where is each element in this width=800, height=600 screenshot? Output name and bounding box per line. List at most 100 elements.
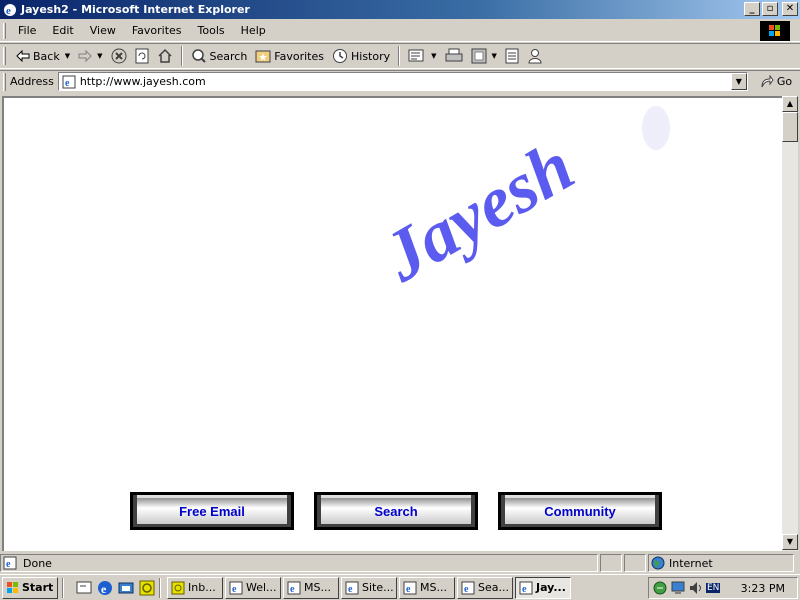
menu-file[interactable]: File [10, 22, 44, 39]
language-indicator[interactable]: EN [706, 583, 721, 593]
go-button[interactable]: Go [760, 74, 792, 89]
ie-icon: e [4, 3, 16, 17]
minimize-button[interactable]: _ [744, 2, 760, 16]
back-dropdown-icon[interactable]: ▼ [65, 52, 70, 60]
history-icon [333, 49, 347, 63]
address-label: Address [10, 75, 54, 88]
ie-quicklaunch-icon[interactable]: e [97, 580, 113, 596]
logo-text: Jayesh [384, 126, 587, 298]
messenger-button[interactable] [523, 46, 547, 66]
mail-button[interactable]: ▼ [404, 47, 440, 65]
task-label: MS... [420, 581, 447, 594]
edit-button[interactable]: ▼ [467, 46, 501, 66]
svg-text:e: e [290, 584, 295, 595]
back-arrow-icon [16, 50, 30, 62]
ie-page-icon: e [519, 581, 533, 595]
mail-dropdown-icon[interactable]: ▼ [431, 52, 436, 60]
status-text: Done [23, 556, 52, 570]
task-site[interactable]: e Site... [341, 576, 397, 599]
history-button[interactable]: History [328, 46, 394, 66]
task-jayesh[interactable]: e Jay... [515, 576, 571, 599]
menu-edit[interactable]: Edit [44, 22, 81, 39]
discuss-button[interactable] [501, 46, 523, 66]
free-email-button[interactable]: Free Email [130, 492, 294, 530]
page-done-icon: e [3, 556, 17, 570]
search-button[interactable]: Search [187, 46, 252, 66]
svg-text:e: e [348, 584, 353, 595]
show-desktop-icon[interactable] [76, 580, 92, 596]
search-label: Search [209, 49, 248, 63]
network-icon[interactable] [652, 580, 668, 596]
ie-page-icon: e [287, 581, 301, 595]
svg-text:e: e [522, 584, 527, 595]
title-bar: e Jayesh2 - Microsoft Internet Explorer … [0, 0, 800, 19]
menu-help[interactable]: Help [233, 22, 274, 39]
ie-page-icon: e [345, 581, 359, 595]
window-title: Jayesh2 - Microsoft Internet Explorer [21, 3, 250, 16]
computer-icon[interactable] [670, 580, 686, 596]
messenger-quicklaunch-icon[interactable] [139, 580, 155, 596]
task-ms-2[interactable]: e MS... [399, 576, 455, 599]
svg-text:e: e [6, 5, 11, 17]
menu-tools[interactable]: Tools [190, 22, 233, 39]
forward-dropdown-icon[interactable]: ▼ [97, 52, 102, 60]
task-label: Site... [362, 581, 394, 594]
volume-icon[interactable] [688, 580, 704, 596]
restore-button[interactable]: ▫ [762, 2, 778, 16]
svg-text:e: e [6, 559, 11, 570]
search-nav-button[interactable]: Search [314, 492, 478, 530]
forward-button[interactable]: ▼ [74, 48, 106, 64]
address-input[interactable]: e http://www.jayesh.com ▼ [57, 72, 748, 91]
taskbar-separator [159, 577, 161, 598]
search-icon [191, 49, 206, 63]
clock[interactable]: 3:23 PM [741, 582, 785, 595]
task-welcome[interactable]: e Wel... [225, 576, 281, 599]
system-tray: EN 3:23 PM [648, 577, 798, 599]
task-label: Wel... [246, 581, 277, 594]
toolbar-separator [398, 46, 401, 66]
task-ms-1[interactable]: e MS... [283, 576, 339, 599]
address-grip [3, 73, 6, 91]
task-inbox[interactable]: Inb... [167, 576, 223, 599]
menu-favorites[interactable]: Favorites [124, 22, 190, 39]
svg-text:e: e [232, 584, 237, 595]
close-button[interactable]: ✕ [782, 2, 798, 16]
svg-text:e: e [101, 582, 107, 596]
discuss-icon [505, 48, 519, 64]
messenger-icon [528, 49, 542, 64]
scroll-thumb[interactable] [782, 112, 798, 142]
back-button[interactable]: Back ▼ [12, 48, 74, 65]
start-button[interactable]: Start [2, 576, 58, 599]
status-bar: e Done Internet [0, 553, 800, 573]
print-button[interactable] [441, 46, 467, 66]
scroll-up-button[interactable]: ▲ [782, 96, 798, 112]
outlook-icon[interactable] [118, 580, 134, 596]
vertical-scrollbar[interactable]: ▲ ▼ [782, 96, 798, 551]
task-search[interactable]: e Sea... [457, 576, 513, 599]
refresh-button[interactable] [131, 46, 153, 66]
menu-view[interactable]: View [82, 22, 124, 39]
logo-fade-shape [642, 106, 670, 150]
menu-bar: File Edit View Favorites Tools Help [0, 20, 800, 42]
go-arrow-icon [761, 74, 774, 87]
favorites-button[interactable]: Favorites [251, 47, 328, 65]
edit-icon [471, 48, 487, 64]
svg-text:e: e [406, 584, 411, 595]
favorites-label: Favorites [274, 49, 324, 63]
home-button[interactable] [153, 46, 177, 66]
page-icon: e [62, 75, 76, 89]
toolbar-separator [180, 46, 183, 66]
svg-text:e: e [65, 78, 70, 89]
stop-button[interactable] [107, 46, 131, 66]
start-label: Start [22, 581, 54, 594]
task-label: Inb... [188, 581, 216, 594]
address-dropdown-icon[interactable]: ▼ [730, 73, 747, 90]
scroll-down-button[interactable]: ▼ [782, 534, 798, 550]
inbox-icon [171, 581, 185, 594]
task-label: Sea... [478, 581, 509, 594]
windows-flag-icon [7, 581, 18, 593]
status-cell [624, 554, 646, 572]
edit-dropdown-icon[interactable]: ▼ [492, 52, 497, 60]
security-zone: Internet [648, 554, 794, 572]
community-button[interactable]: Community [498, 492, 662, 530]
